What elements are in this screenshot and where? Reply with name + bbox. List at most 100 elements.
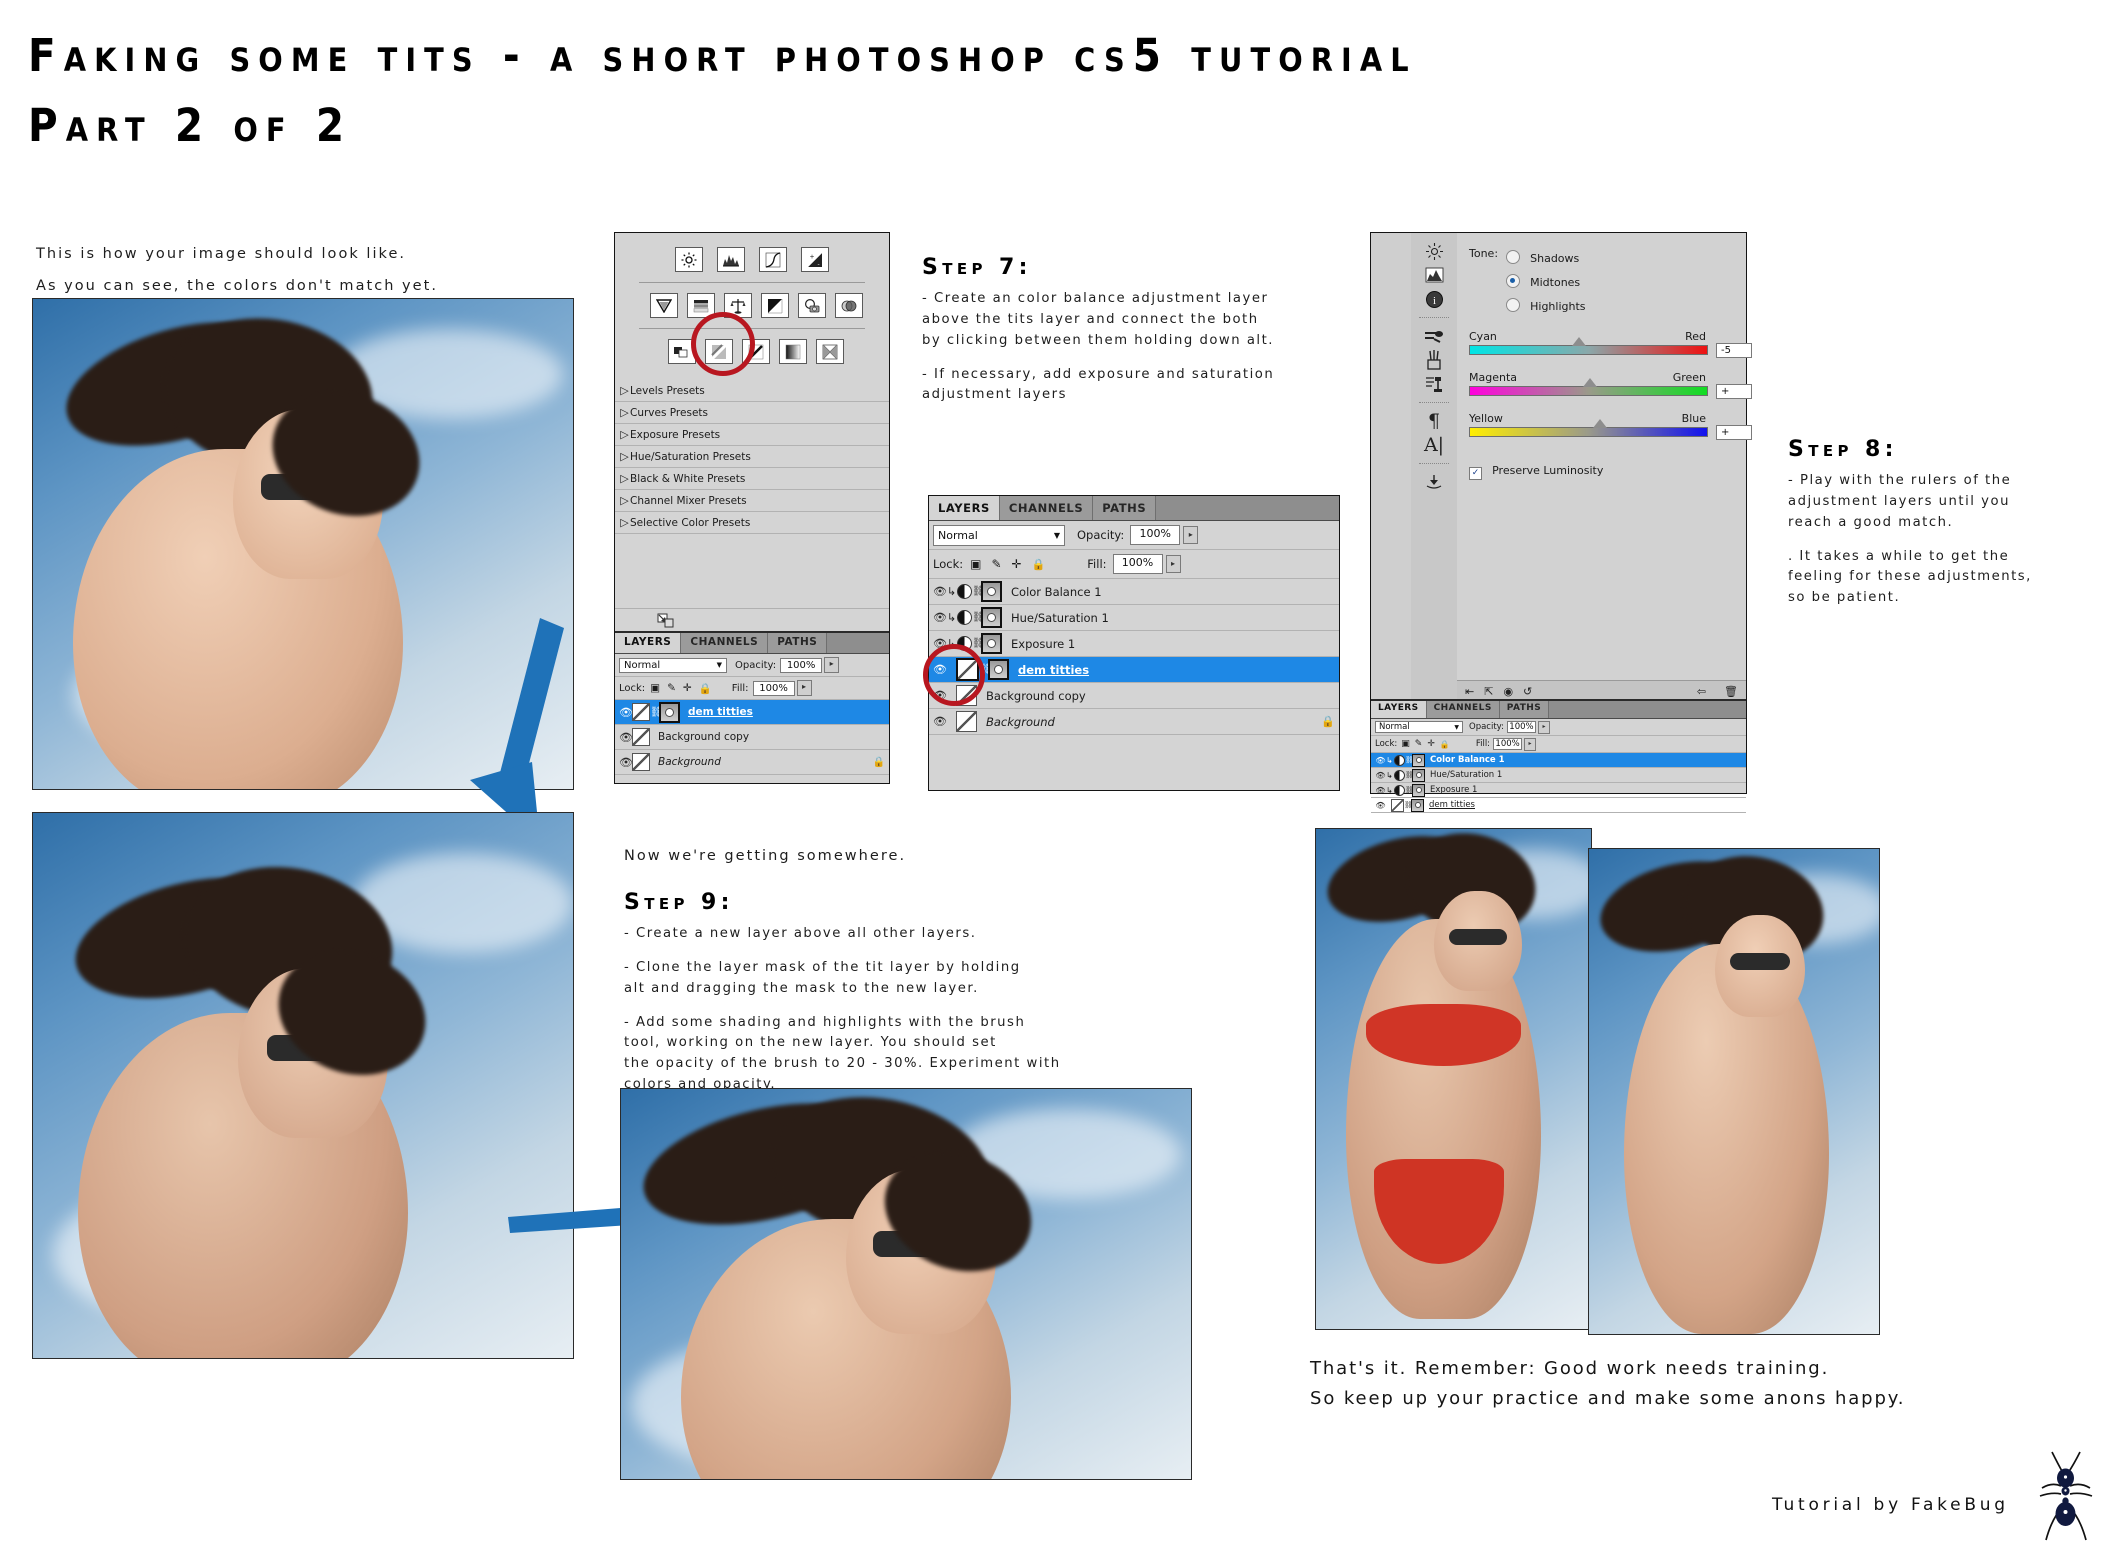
layer-row-color-balance-1[interactable]: 👁 ↳ ⛓ Color Balance 1 [1371,753,1746,768]
eye-icon[interactable]: 👁 [933,585,947,598]
lock-image-icon[interactable]: ✎ [667,682,676,694]
curves-icon[interactable] [759,247,787,272]
eye-icon[interactable]: 👁 [933,715,947,728]
color-balance-icon[interactable] [723,293,752,318]
eye-icon[interactable]: 👁 [619,756,633,769]
adjustment-thumbnail[interactable] [957,584,972,599]
exposure-icon[interactable]: + - [801,247,829,272]
delete-icon[interactable]: 🗑 [1724,685,1738,698]
tab-paths[interactable]: PATHS [768,633,828,653]
slider-magenta-green[interactable]: Magenta Green + [1469,371,1752,399]
layer-mask-thumbnail[interactable] [1412,753,1425,767]
lock-all-icon[interactable]: 🔒 [699,682,712,695]
lock-transparent-icon[interactable]: ▣ [970,557,981,571]
chevron-right-icon[interactable]: ▷ [619,450,630,463]
tab-channels[interactable]: CHANNELS [999,496,1094,520]
layer-mask-thumbnail[interactable] [981,607,1002,628]
layer-thumbnail[interactable] [632,703,650,721]
adjustments-panel[interactable]: + - ▷ Levels Presets ▷ Curves Presets ▷ … [614,232,890,784]
eye-icon[interactable]: 👁 [1375,756,1386,765]
paragraph-icon[interactable]: ¶ [1422,409,1446,433]
layer-name[interactable]: dem titties [1018,663,1089,677]
lock-all-icon[interactable]: 🔒 [1032,558,1046,571]
tab-layers[interactable]: LAYERS [929,496,1000,520]
preset-row[interactable]: ▷ Selective Color Presets [615,512,889,534]
layer-mask-thumbnail[interactable] [981,633,1002,654]
invert-icon[interactable] [668,339,696,364]
blend-mode-row[interactable]: Normal ▼ Opacity: 100% ▸ [929,521,1339,550]
blend-mode-row[interactable]: Normal ▼ Opacity: 100% ▸ [1371,719,1746,736]
layer-name[interactable]: Color Balance 1 [1430,755,1505,765]
panel-tabs[interactable]: LAYERS CHANNELS PATHS [615,633,889,654]
brightness-contrast-icon[interactable] [675,247,703,272]
clip-to-layer-icon[interactable]: ⇤ [1465,685,1474,698]
color-balance-panel-window[interactable]: i ¶ A| Tone: Shadows Midtones Highlights… [1370,232,1752,813]
radio-icon[interactable] [1506,298,1521,312]
info-icon[interactable]: i [1422,287,1446,311]
layer-mask-thumbnail[interactable] [1412,783,1425,797]
posterize-icon[interactable] [705,339,733,364]
layer-name[interactable]: Color Balance 1 [1011,585,1102,599]
layer-thumbnail[interactable] [1391,798,1404,812]
layers-panel-right[interactable]: LAYERS CHANNELS PATHS Normal ▼ Opacity: … [1371,699,1746,813]
fill-stepper[interactable]: ▸ [796,680,812,696]
layer-thumbnail[interactable] [956,711,977,732]
radio-icon[interactable] [1506,274,1521,288]
layer-name[interactable]: Background copy [658,731,749,743]
layer-thumbnail[interactable] [956,658,979,681]
layer-name[interactable]: Hue/Saturation 1 [1430,770,1502,780]
eye-icon[interactable]: 👁 [933,637,947,650]
tab-paths[interactable]: PATHS [1093,496,1157,520]
eye-icon[interactable]: 👁 [619,706,633,719]
preset-row[interactable]: ▷ Hue/Saturation Presets [615,446,889,468]
fill-stepper[interactable]: ▸ [1165,555,1181,573]
eye-icon[interactable]: 👁 [1375,771,1386,780]
photo-filter-icon[interactable] [797,293,826,318]
adjustment-thumbnail[interactable] [957,610,972,625]
slider-knob[interactable] [1593,419,1607,428]
eye-icon[interactable]: 👁 [933,611,947,624]
slider-value[interactable]: + [1716,425,1752,440]
clone-source-icon[interactable] [1422,372,1446,396]
slider-track[interactable] [1469,386,1708,396]
blend-mode-select[interactable]: Normal ▼ [1375,721,1463,733]
layer-thumbnail[interactable] [632,753,650,771]
blend-mode-select[interactable]: Normal ▼ [933,524,1065,546]
slider-cyan-red[interactable]: Cyan Red -5 [1469,330,1752,358]
lock-position-icon[interactable]: ✛ [1427,739,1435,749]
slider-value[interactable]: -5 [1716,343,1752,358]
reset-icon[interactable]: ↺ [1523,685,1532,698]
layer-mask-thumbnail[interactable] [1411,798,1424,812]
presets-list[interactable]: ▷ Levels Presets ▷ Curves Presets ▷ Expo… [615,380,889,534]
preset-row[interactable]: ▷ Curves Presets [615,402,889,424]
layer-thumbnail[interactable] [632,728,650,746]
levels-icon[interactable] [717,247,745,272]
tab-paths[interactable]: PATHS [1499,701,1550,718]
layer-name[interactable]: dem titties [688,706,753,718]
chevron-right-icon[interactable]: ▷ [619,494,630,507]
panel-tabs[interactable]: LAYERS CHANNELS PATHS [929,496,1339,521]
tab-channels[interactable]: CHANNELS [681,633,769,653]
return-icon[interactable]: ⇦ [1697,685,1706,698]
fill-stepper[interactable]: ▸ [1524,737,1537,751]
opacity-stepper[interactable]: ▸ [824,657,840,673]
slider-track[interactable] [1469,427,1708,437]
opacity-value[interactable]: 100% [1130,525,1181,545]
layer-row-hue-saturation-1[interactable]: 👁 ↳ ⛓ Hue/Saturation 1 [929,605,1339,631]
layer-name[interactable]: Exposure 1 [1430,785,1477,795]
tab-layers[interactable]: LAYERS [1371,701,1427,718]
tab-layers[interactable]: LAYERS [615,633,682,653]
layer-name[interactable]: Exposure 1 [1011,637,1075,651]
preserve-luminosity-row[interactable]: ✓ Preserve Luminosity [1469,459,1736,480]
slider-knob[interactable] [1583,378,1597,387]
slider-knob[interactable] [1572,337,1586,346]
lock-transparent-icon[interactable]: ▣ [1401,739,1410,749]
layer-row-background-copy[interactable]: 👁 Background copy [929,683,1339,709]
layer-name[interactable]: Background [658,756,721,768]
tab-channels[interactable]: CHANNELS [1426,701,1500,718]
slider-yellow-blue[interactable]: Yellow Blue + [1469,412,1752,440]
blend-mode-select[interactable]: Normal ▼ [619,657,727,673]
chevron-down-icon[interactable]: ▼ [717,661,722,669]
layer-name[interactable]: dem titties [1429,800,1475,810]
lock-image-icon[interactable]: ✎ [991,557,1001,571]
